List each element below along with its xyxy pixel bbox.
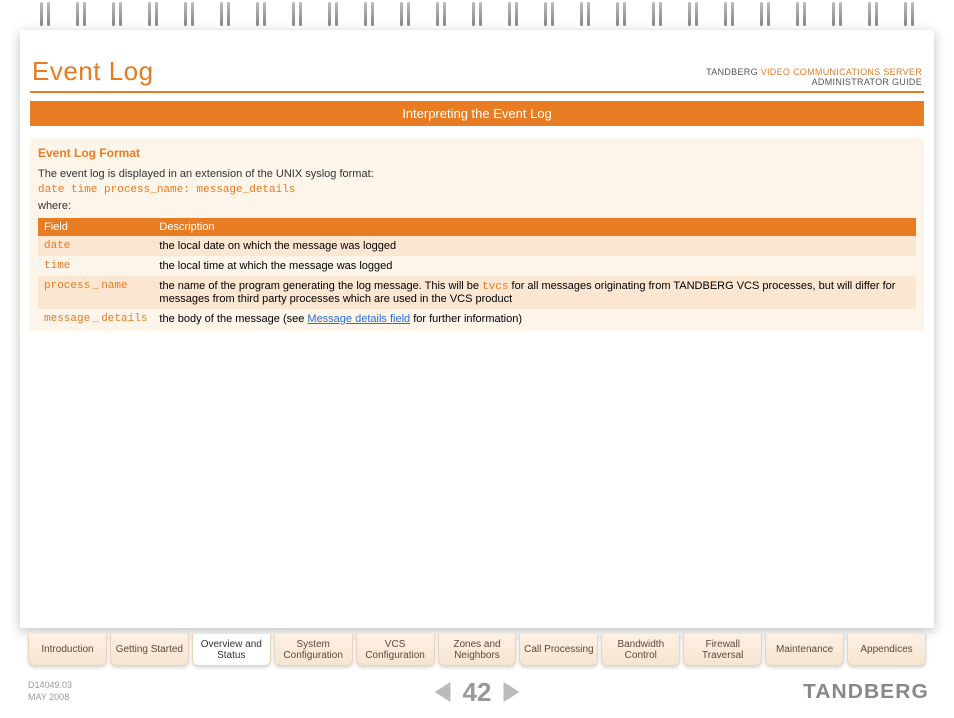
header-brand: TANDBERG — [706, 67, 758, 77]
tab-overview-and-status[interactable]: Overview and Status — [192, 634, 271, 666]
doc-link[interactable]: Message details field — [307, 313, 410, 325]
field-desc-cell: the body of the message (see Message det… — [153, 309, 916, 329]
sub-title: Event Log Format — [38, 146, 916, 160]
table-row: process _ namethe name of the program ge… — [38, 276, 916, 309]
tab-system-configuration[interactable]: System Configuration — [274, 634, 353, 666]
footer-logo: TANDBERG — [803, 681, 929, 704]
intro-text: The event log is displayed in an extensi… — [38, 168, 916, 180]
header-product: VIDEO COMMUNICATIONS SERVER — [761, 67, 922, 77]
th-field: Field — [38, 218, 153, 236]
header-meta: TANDBERG VIDEO COMMUNICATIONS SERVER ADM… — [706, 67, 922, 87]
field-name-cell: process _ name — [38, 276, 153, 309]
field-name-cell: time — [38, 256, 153, 276]
th-description: Description — [153, 218, 916, 236]
doc-id: D14049.03 MAY 2008 — [28, 680, 72, 703]
tab-vcs-configuration[interactable]: VCS Configuration — [356, 634, 435, 666]
section-bar: Interpreting the Event Log — [30, 101, 924, 126]
tab-firewall-traversal[interactable]: Firewall Traversal — [683, 634, 762, 666]
tab-maintenance[interactable]: Maintenance — [765, 634, 844, 666]
pager: 42 — [435, 677, 520, 708]
field-desc-cell: the name of the program generating the l… — [153, 276, 916, 309]
field-desc-cell: the local date on which the message was … — [153, 236, 916, 256]
page-number: 42 — [463, 677, 492, 708]
field-name-cell: message _ details — [38, 309, 153, 329]
tab-call-processing[interactable]: Call Processing — [519, 634, 598, 666]
mono-inline: tvcs — [482, 281, 508, 293]
table-row: datethe local date on which the message … — [38, 236, 916, 256]
fields-table: Field Description datethe local date on … — [38, 218, 916, 329]
table-row: message _ detailsthe body of the message… — [38, 309, 916, 329]
tab-introduction[interactable]: Introduction — [28, 634, 107, 666]
header-subtitle: ADMINISTRATOR GUIDE — [812, 77, 922, 87]
tab-bar: IntroductionGetting StartedOverview and … — [28, 634, 926, 666]
table-row: timethe local time at which the message … — [38, 256, 916, 276]
field-name-cell: date — [38, 236, 153, 256]
format-line: date time process_name: message_details — [38, 184, 916, 196]
where-text: where: — [38, 200, 916, 212]
tab-appendices[interactable]: Appendices — [847, 634, 926, 666]
prev-page-arrow-icon[interactable] — [435, 682, 451, 702]
field-desc-cell: the local time at which the message was … — [153, 256, 916, 276]
page-sheet: Event Log TANDBERG VIDEO COMMUNICATIONS … — [20, 30, 934, 628]
tab-getting-started[interactable]: Getting Started — [110, 634, 189, 666]
tab-zones-and-neighbors[interactable]: Zones and Neighbors — [438, 634, 517, 666]
tab-bandwidth-control[interactable]: Bandwidth Control — [601, 634, 680, 666]
page-title: Event Log — [32, 56, 154, 87]
footer: D14049.03 MAY 2008 42 TANDBERG — [28, 674, 926, 710]
title-rule — [30, 91, 924, 93]
next-page-arrow-icon[interactable] — [503, 682, 519, 702]
content-box: Event Log Format The event log is displa… — [30, 138, 924, 331]
